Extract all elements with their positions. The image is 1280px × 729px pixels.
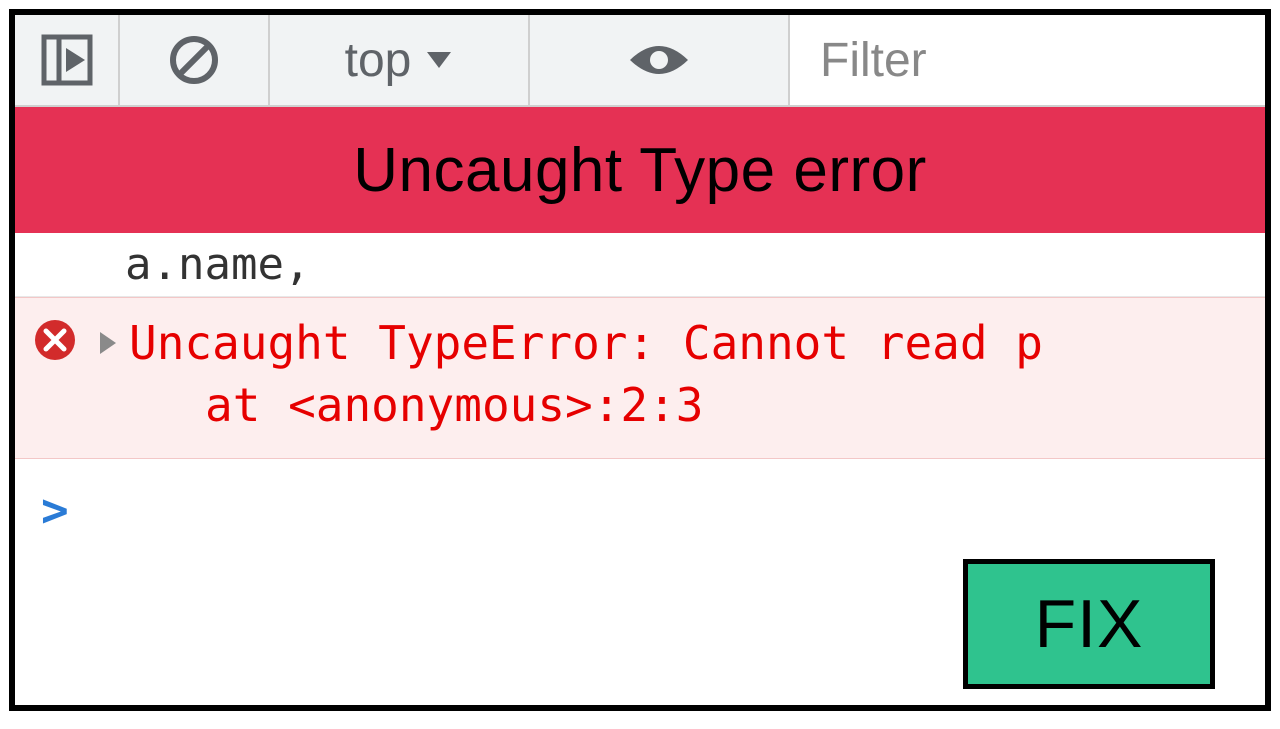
title-banner: Uncaught Type error: [15, 107, 1265, 233]
context-selector[interactable]: top: [270, 15, 530, 105]
error-line-2: at <anonymous>:2:3: [205, 378, 704, 432]
error-line-1: Uncaught TypeError: Cannot read p: [129, 312, 1043, 374]
clear-console-button[interactable]: [120, 15, 270, 105]
chevron-down-icon: [425, 46, 453, 74]
error-message-body: Uncaught TypeError: Cannot read p at <an…: [97, 312, 1043, 436]
console-prompt[interactable]: >: [15, 459, 1265, 537]
app-frame: top Uncaught Type error a.name,: [9, 9, 1271, 711]
eye-icon: [626, 38, 692, 82]
toggle-drawer-button[interactable]: [15, 15, 120, 105]
code-text: a.name,: [125, 239, 310, 290]
panel-play-icon: [41, 34, 93, 86]
live-expression-button[interactable]: [530, 15, 790, 105]
filter-section: [790, 15, 1265, 105]
filter-input[interactable]: [820, 33, 1265, 88]
prompt-caret-icon: >: [41, 483, 69, 537]
error-icon: [33, 318, 77, 366]
console-error-entry[interactable]: Uncaught TypeError: Cannot read p at <an…: [15, 297, 1265, 459]
context-label: top: [345, 33, 412, 88]
fix-label: FIX: [1035, 585, 1144, 663]
fix-button[interactable]: FIX: [963, 559, 1215, 689]
devtools-toolbar: top: [15, 15, 1265, 107]
expand-icon[interactable]: [97, 329, 119, 357]
banner-title: Uncaught Type error: [353, 135, 927, 206]
no-entry-icon: [167, 33, 221, 87]
code-line: a.name,: [15, 233, 1265, 297]
